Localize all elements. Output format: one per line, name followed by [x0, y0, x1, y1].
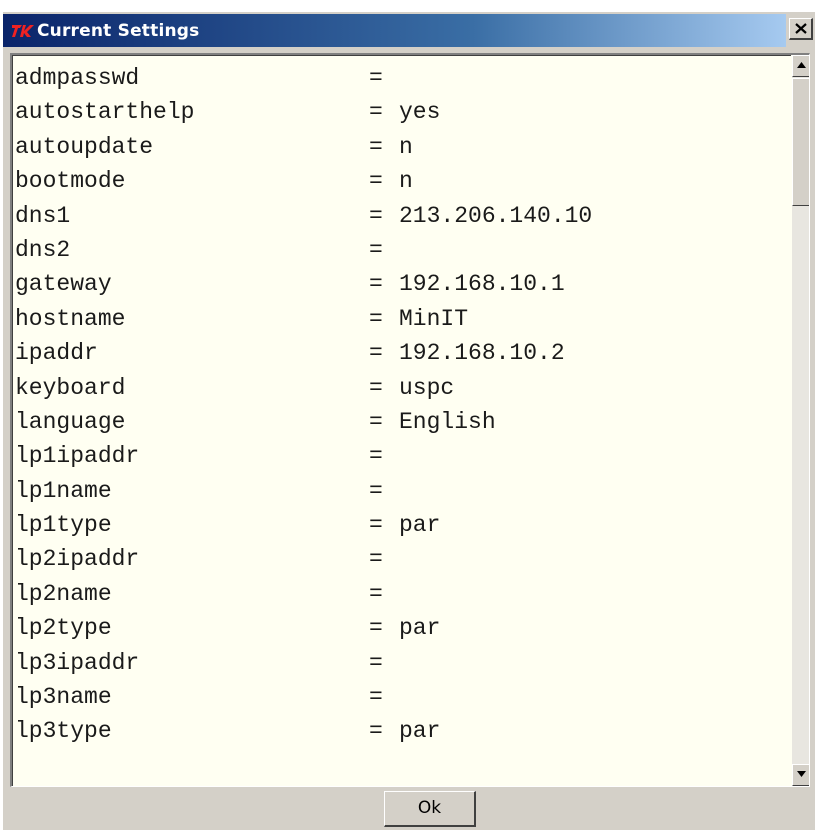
setting-separator: = — [369, 649, 383, 676]
current-settings-dialog: Current Settings admpasswd = autostarthelp… — [3, 12, 815, 830]
scroll-thumb[interactable] — [792, 78, 809, 206]
setting-key: autoupdate — [15, 133, 154, 160]
setting-value: par — [399, 718, 441, 745]
close-button[interactable] — [789, 18, 813, 40]
setting-separator: = — [369, 408, 383, 435]
setting-value: 192.168.10.1 — [399, 271, 565, 298]
settings-text-content: admpasswd = autostarthelp = yes autoupdate = n b… — [12, 55, 791, 786]
setting-separator: = — [369, 340, 383, 367]
setting-separator: = — [369, 718, 383, 745]
setting-key: lp1type — [15, 512, 112, 539]
setting-separator: = — [369, 615, 383, 642]
setting-key: gateway — [15, 271, 112, 298]
setting-separator: = — [369, 236, 383, 263]
setting-separator: = — [369, 477, 383, 504]
ok-button[interactable]: Ok — [384, 791, 476, 827]
setting-separator: = — [369, 512, 383, 539]
setting-separator: = — [369, 305, 383, 332]
vertical-scrollbar[interactable] — [792, 55, 809, 786]
setting-separator: = — [369, 580, 383, 607]
scroll-down-button[interactable] — [792, 764, 809, 786]
setting-separator: = — [369, 271, 383, 298]
setting-separator: = — [369, 168, 383, 195]
setting-value: English — [399, 408, 496, 435]
setting-key: lp2name — [15, 580, 112, 607]
setting-key: language — [15, 408, 126, 435]
setting-key: bootmode — [15, 168, 126, 195]
setting-key: lp2type — [15, 615, 112, 642]
setting-key: dns2 — [15, 236, 71, 263]
setting-key: dns1 — [15, 202, 71, 229]
setting-separator: = — [369, 202, 383, 229]
setting-value: 213.206.140.10 — [399, 202, 593, 229]
setting-value: n — [399, 133, 413, 160]
title-bar[interactable]: Current Settings — [3, 14, 786, 47]
settings-text-area[interactable]: admpasswd = autostarthelp = yes autoupdate = n b… — [10, 53, 810, 787]
scroll-up-button[interactable] — [792, 55, 809, 77]
setting-key: lp3type — [15, 718, 112, 745]
window-title: Current Settings — [37, 21, 200, 41]
arrow-up-icon — [797, 62, 806, 68]
setting-value: par — [399, 512, 441, 539]
setting-value: par — [399, 615, 441, 642]
setting-value: 192.168.10.2 — [399, 340, 565, 367]
setting-key: lp1ipaddr — [15, 443, 140, 470]
setting-separator: = — [369, 99, 383, 126]
setting-key: lp3ipaddr — [15, 649, 140, 676]
setting-key: lp2ipaddr — [15, 546, 140, 573]
setting-value: uspc — [399, 374, 455, 401]
setting-key: keyboard — [15, 374, 126, 401]
setting-value: yes — [399, 99, 441, 126]
setting-key: autostarthelp — [15, 99, 195, 126]
arrow-down-icon — [797, 771, 806, 777]
setting-separator: = — [369, 374, 383, 401]
setting-key: ipaddr — [15, 340, 98, 367]
close-icon — [795, 23, 807, 34]
tk-feather-icon — [12, 25, 34, 37]
setting-separator: = — [369, 443, 383, 470]
setting-separator: = — [369, 65, 383, 91]
setting-separator: = — [369, 133, 383, 160]
setting-value: n — [399, 168, 413, 195]
setting-key: admpasswd — [15, 65, 140, 91]
setting-key: lp3name — [15, 684, 112, 711]
setting-separator: = — [369, 684, 383, 711]
setting-key: hostname — [15, 305, 126, 332]
setting-key: lp1name — [15, 477, 112, 504]
setting-separator: = — [369, 546, 383, 573]
setting-value: MinIT — [399, 305, 469, 332]
